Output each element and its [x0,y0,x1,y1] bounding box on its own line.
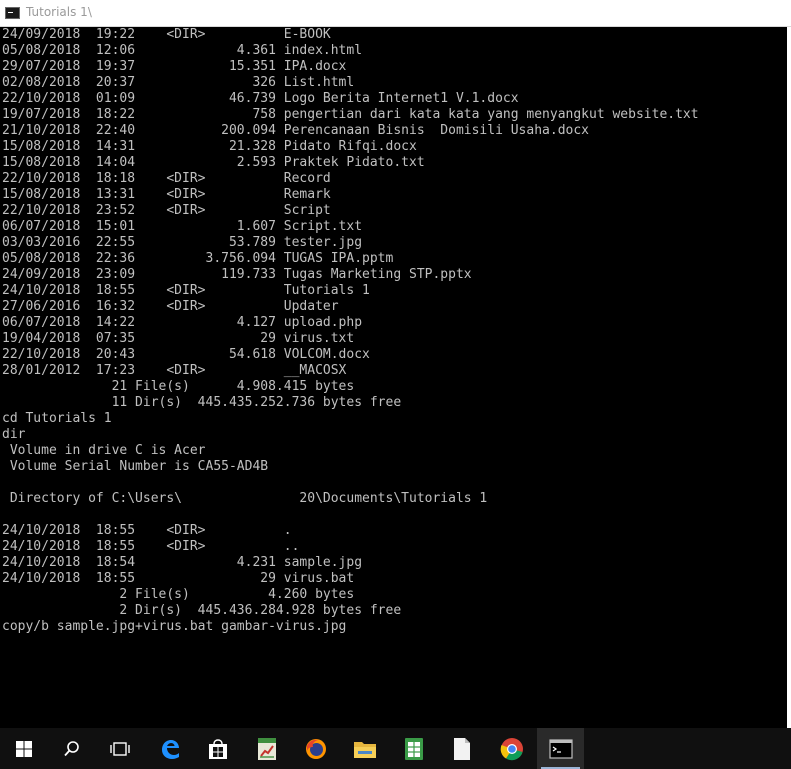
console-line: 22/10/2018 18:18 <DIR> Record [2,171,331,186]
console-line: 21/10/2018 22:40 200.094 Perencanaan Bis… [2,123,589,138]
console-line: 24/10/2018 18:55 <DIR> . [2,523,292,538]
window-title: Tutorials 1\ [26,5,92,19]
console-line: 05/08/2018 22:36 3.756.094 TUGAS IPA.ppt… [2,251,394,266]
console-line: Volume in drive C is Acer [2,443,206,458]
console-line: 03/03/2016 22:55 53.789 tester.jpg [2,235,363,250]
chart-app-button[interactable] [243,728,290,769]
console-line: 22/10/2018 01:09 46.739 Logo Berita Inte… [2,91,519,106]
console-line: 2 Dir(s) 445.436.284.928 bytes free [2,603,402,618]
console-line: 24/09/2018 19:22 <DIR> E-BOOK [2,27,331,42]
console-line: 22/10/2018 20:43 54.618 VOLCOM.docx [2,347,370,362]
console-output[interactable]: 24/09/2018 19:22 <DIR> E-BOOK 05/08/2018 … [0,27,787,728]
edge-icon [161,739,179,759]
edge-button[interactable] [146,728,193,769]
search-button[interactable] [48,728,95,769]
console-line: 06/07/2018 15:01 1.607 Script.txt [2,219,363,234]
console-line: 15/08/2018 14:04 2.593 Praktek Pidato.tx… [2,155,425,170]
command-prompt-icon [5,7,20,19]
console-line: 28/01/2012 17:23 <DIR> __MACOSX [2,363,347,378]
console-line: 27/06/2016 16:32 <DIR> Updater [2,299,339,314]
chrome-button[interactable] [488,728,535,769]
console-line: 15/08/2018 14:31 21.328 Pidato Rifqi.doc… [2,139,417,154]
console-line: 19/04/2018 07:35 29 virus.txt [2,331,355,346]
console-line: 19/07/2018 18:22 758 pengertian dari kat… [2,107,699,122]
task-view-icon [109,741,130,756]
console-line: 24/10/2018 18:54 4.231 sample.jpg [2,555,363,570]
windows-logo-icon [15,740,32,757]
command-prompt-icon [548,738,573,759]
search-icon [63,740,79,756]
console-line: dir [2,427,26,442]
console-line: 22/10/2018 23:52 <DIR> Script [2,203,331,218]
document-icon [453,737,470,760]
firefox-button[interactable] [292,728,339,769]
file-explorer-button[interactable] [341,728,388,769]
console-text: 24/09/2018 19:22 <DIR> E-BOOK 05/08/2018 … [2,27,699,635]
spreadsheet-app-button[interactable] [390,728,437,769]
console-line: 24/10/2018 18:55 29 virus.bat [2,571,355,586]
document-button[interactable] [438,728,485,769]
console-line: 24/10/2018 18:55 <DIR> Tutorials 1 [2,283,370,298]
console-line: copy/b sample.jpg+virus.bat gambar-virus… [2,619,347,634]
command-prompt-button[interactable] [537,728,584,769]
firefox-icon [305,738,326,759]
task-view-button[interactable] [96,728,143,769]
console-line: 24/10/2018 18:55 <DIR> .. [2,539,300,554]
window-edge [787,27,791,728]
console-line: 2 File(s) 4.260 bytes [2,587,355,602]
console-line: 29/07/2018 19:37 15.351 IPA.docx [2,59,347,74]
console-line: 15/08/2018 13:31 <DIR> Remark [2,187,331,202]
console-line: 06/07/2018 14:22 4.127 upload.php [2,315,363,330]
chart-app-icon [257,737,276,760]
console-line: cd Tutorials 1 [2,411,112,426]
chrome-icon [500,737,523,760]
console-line: 11 Dir(s) 445.435.252.736 bytes free [2,395,402,410]
spreadsheet-icon [404,737,423,760]
taskbar [0,728,791,769]
console-line: 24/09/2018 23:09 119.733 Tugas Marketing… [2,267,472,282]
console-line: 02/08/2018 20:37 326 List.html [2,75,355,90]
console-line: 05/08/2018 12:06 4.361 index.html [2,43,363,58]
store-button[interactable] [194,728,241,769]
console-line: Volume Serial Number is CA55-AD4B [2,459,269,474]
title-bar: Tutorials 1\ [0,0,791,27]
console-line: 21 File(s) 4.908.415 bytes [2,379,355,394]
console-line: Directory of C:\Users\ 20\Documents\Tuto… [2,491,488,506]
folder-icon [353,741,376,758]
store-icon [208,738,227,759]
start-button[interactable] [0,728,47,769]
